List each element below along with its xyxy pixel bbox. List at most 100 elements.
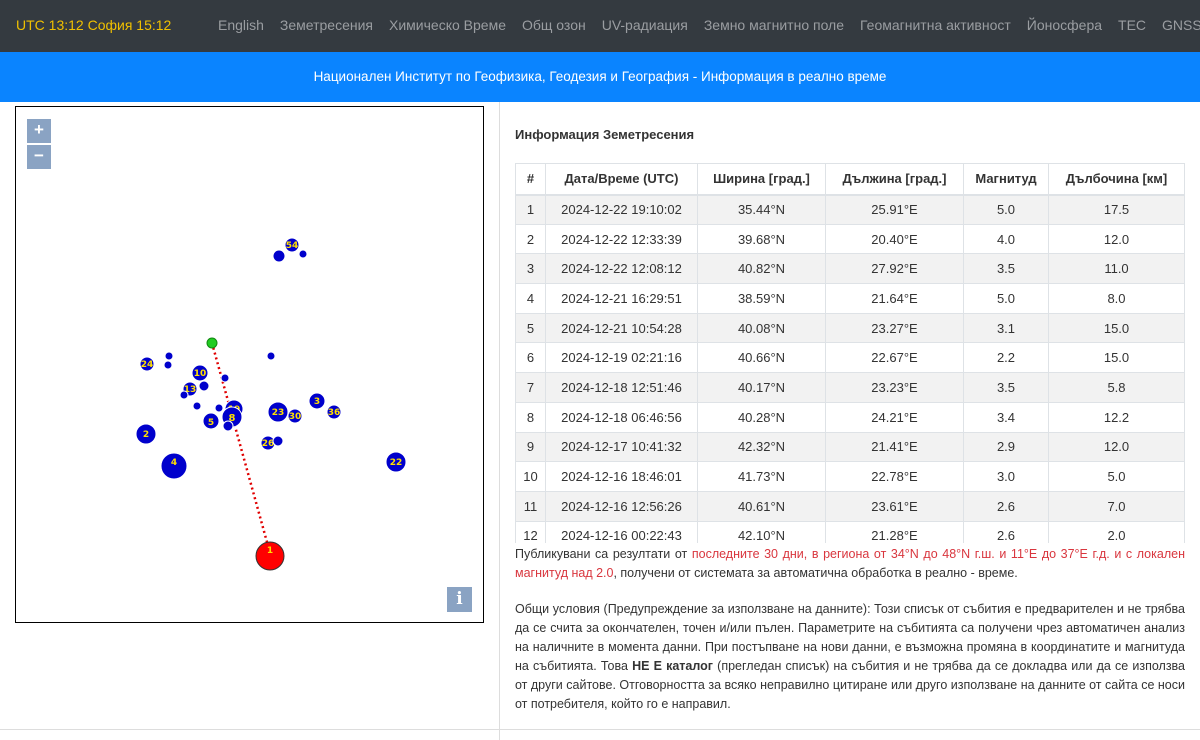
svg-text:36: 36 — [328, 408, 341, 418]
marker-small[interactable] — [220, 373, 230, 383]
cell-magnitude: 3.1 — [963, 312, 1049, 344]
svg-text:22: 22 — [390, 458, 403, 468]
column-divider — [499, 102, 500, 740]
marker-54[interactable]: 54 — [284, 237, 300, 253]
marker-4[interactable]: 4 — [160, 452, 188, 480]
bottom-divider — [0, 729, 1200, 730]
svg-text:3: 3 — [314, 397, 320, 407]
cell-datetime: 2024-12-16 12:56:26 — [545, 490, 698, 522]
cell-longitude: 22.67°E — [825, 342, 964, 374]
table-row[interactable]: 12 2024-12-16 00:22:43 42.10°N 21.28°E 2.6 2.… — [515, 520, 1185, 543]
svg-text:26: 26 — [262, 439, 275, 449]
nav-links: English Земетресения Химическо Време Общ… — [210, 17, 1200, 33]
marker-5[interactable]: 5 — [202, 412, 220, 430]
map-canvas[interactable]: 54 24 10 13 3 36 23 30 5 8 2 26 4 22 1 — [16, 107, 484, 623]
earthquake-table-container[interactable]: # Дата/Време (UTC) Ширина [град.] Дължин… — [515, 163, 1185, 543]
table-row[interactable]: 11 2024-12-16 12:56:26 40.61°N 23.61°E 2.6 7.… — [515, 490, 1185, 522]
info-button[interactable]: i — [447, 587, 472, 612]
marker-3[interactable]: 3 — [308, 392, 326, 410]
nav-chemical-weather[interactable]: Химическо Време — [389, 17, 506, 33]
marker-small[interactable] — [222, 420, 234, 432]
cell-depth: 15.0 — [1048, 312, 1185, 344]
nav-geomagnetic-activity[interactable]: Геомагнитна активност — [860, 17, 1011, 33]
table-row[interactable]: 7 2024-12-18 12:51:46 40.17°N 23.23°E 3.5 5.8 — [515, 372, 1185, 403]
cell-index: 8 — [515, 401, 546, 433]
zoom-in-button[interactable]: + — [27, 119, 51, 143]
results-description: Публикувани са резултати от последните 3… — [515, 545, 1185, 583]
table-row[interactable]: 9 2024-12-17 10:41:32 42.32°N 21.41°E 2.9 12.… — [515, 431, 1185, 463]
cell-datetime: 2024-12-16 00:22:43 — [545, 520, 698, 543]
cell-magnitude: 2.6 — [963, 490, 1049, 522]
marker-small[interactable] — [272, 249, 286, 263]
table-header-row: # Дата/Време (UTC) Ширина [град.] Дължин… — [515, 163, 1185, 196]
marker-small[interactable] — [198, 380, 210, 392]
cell-magnitude: 4.0 — [963, 223, 1049, 255]
cell-longitude: 25.91°E — [825, 194, 964, 225]
nav-gnss[interactable]: GNSS — [1162, 17, 1200, 33]
nav-magnetic-field[interactable]: Земно магнитно поле — [704, 17, 844, 33]
table-row[interactable]: 5 2024-12-21 10:54:28 40.08°N 23.27°E 3.1 15.… — [515, 312, 1185, 344]
cell-depth: 7.0 — [1048, 490, 1185, 522]
table-row[interactable]: 6 2024-12-19 02:21:16 40.66°N 22.67°E 2.2 15.… — [515, 342, 1185, 374]
cell-latitude: 40.28°N — [697, 401, 826, 433]
col-header-longitude: Дължина [град.] — [825, 163, 964, 196]
nav-total-ozone[interactable]: Общ озон — [522, 17, 586, 33]
zoom-out-button[interactable]: − — [27, 145, 51, 169]
svg-text:23: 23 — [272, 408, 285, 418]
cell-magnitude: 5.0 — [963, 194, 1049, 225]
cell-datetime: 2024-12-22 12:33:39 — [545, 223, 698, 255]
marker-10[interactable]: 10 — [191, 364, 209, 382]
marker-23[interactable]: 23 — [267, 401, 289, 423]
cell-index: 1 — [515, 194, 546, 225]
table-row[interactable]: 2 2024-12-22 12:33:39 39.68°N 20.40°E 4.0 12.… — [515, 223, 1185, 255]
marker-small[interactable] — [266, 351, 276, 361]
station-marker[interactable] — [206, 337, 218, 349]
marker-36[interactable]: 36 — [326, 404, 342, 420]
table-row[interactable]: 3 2024-12-22 12:08:12 40.82°N 27.92°E 3.5 11.… — [515, 253, 1185, 285]
cell-index: 7 — [515, 372, 546, 403]
table-row[interactable]: 8 2024-12-18 06:46:56 40.28°N 24.21°E 3.4 12.… — [515, 401, 1185, 433]
nav-uv-radiation[interactable]: UV-радиация — [602, 17, 688, 33]
svg-text:54: 54 — [286, 241, 299, 251]
cell-latitude: 40.08°N — [697, 312, 826, 344]
marker-small[interactable] — [192, 401, 202, 411]
cell-datetime: 2024-12-22 19:10:02 — [545, 194, 698, 225]
cell-datetime: 2024-12-18 06:46:56 — [545, 401, 698, 433]
cell-index: 10 — [515, 461, 546, 492]
nav-english[interactable]: English — [218, 17, 264, 33]
cell-depth: 11.0 — [1048, 253, 1185, 285]
cell-index: 4 — [515, 283, 546, 314]
cell-depth: 5.0 — [1048, 461, 1185, 492]
col-header-magnitude: Магнитуд — [963, 163, 1049, 196]
cell-latitude: 39.68°N — [697, 223, 826, 255]
marker-small[interactable] — [179, 390, 189, 400]
cell-datetime: 2024-12-17 10:41:32 — [545, 431, 698, 463]
marker-small[interactable] — [164, 351, 174, 361]
cell-index: 2 — [515, 223, 546, 255]
nav-earthquakes[interactable]: Земетресения — [280, 17, 373, 33]
cell-depth: 17.5 — [1048, 194, 1185, 225]
marker-small[interactable] — [272, 435, 284, 447]
cell-latitude: 41.73°N — [697, 461, 826, 492]
col-header-latitude: Ширина [град.] — [697, 163, 826, 196]
nav-tec[interactable]: TEC — [1118, 17, 1146, 33]
earthquake-map[interactable]: 54 24 10 13 3 36 23 30 5 8 2 26 4 22 1 +… — [15, 106, 484, 623]
marker-22[interactable]: 22 — [385, 451, 407, 473]
table-row[interactable]: 1 2024-12-22 19:10:02 35.44°N 25.91°E 5.0 17.… — [515, 194, 1185, 225]
marker-30[interactable]: 30 — [287, 408, 303, 424]
marker-small[interactable] — [163, 360, 173, 370]
marker-1[interactable]: 1 — [255, 541, 285, 571]
col-header-depth: Дълбочина [км] — [1048, 163, 1185, 196]
marker-small[interactable] — [298, 249, 308, 259]
cell-magnitude: 3.0 — [963, 461, 1049, 492]
cell-longitude: 21.41°E — [825, 431, 964, 463]
table-row[interactable]: 10 2024-12-16 18:46:01 41.73°N 22.78°E 3.0 5.… — [515, 461, 1185, 492]
desc-text: Публикувани са резултати от — [515, 547, 692, 561]
table-row[interactable]: 4 2024-12-21 16:29:51 38.59°N 21.64°E 5.0 8.0 — [515, 283, 1185, 314]
marker-small[interactable] — [214, 403, 224, 413]
marker-2[interactable]: 2 — [135, 423, 157, 445]
marker-24[interactable]: 24 — [139, 356, 155, 372]
cell-latitude: 38.59°N — [697, 283, 826, 314]
cell-datetime: 2024-12-22 12:08:12 — [545, 253, 698, 285]
nav-ionosphere[interactable]: Йоносфера — [1027, 17, 1102, 33]
